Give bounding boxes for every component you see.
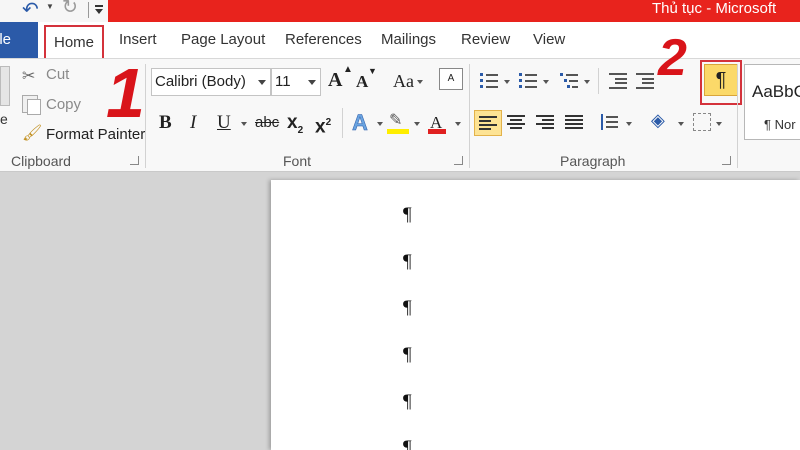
change-case-dropdown-icon[interactable] (417, 80, 423, 84)
group-divider (145, 64, 146, 168)
align-center-button[interactable] (503, 110, 531, 136)
text-effects-button[interactable]: A (352, 110, 368, 136)
align-right-button[interactable] (532, 110, 560, 136)
chevron-down-icon[interactable] (308, 80, 316, 85)
line-spacing-dropdown-icon[interactable] (626, 122, 632, 126)
superscript-button[interactable]: x2 (315, 110, 332, 138)
shrink-arrow-icon: ▼ (368, 66, 377, 76)
tab-page-layout[interactable]: Page Layout (181, 22, 265, 58)
font-name-combo[interactable]: Calibri (Body) (151, 68, 271, 96)
format-divider (342, 108, 343, 138)
numbering-dropdown-icon[interactable] (543, 80, 549, 84)
strikethrough-button[interactable]: abc (255, 110, 279, 136)
group-divider (469, 64, 470, 168)
paste-button-label[interactable]: e (0, 111, 8, 127)
paintbrush-icon: 🖌 (22, 125, 43, 142)
underline-dropdown-icon[interactable] (241, 122, 247, 126)
highlight-color-bar (387, 129, 409, 134)
line-spacing-icon[interactable] (600, 114, 618, 130)
multilevel-list-icon[interactable] (560, 72, 578, 88)
quick-access-toolbar: ↶ ▼ ↻ (0, 0, 108, 22)
numbering-icon[interactable] (519, 72, 537, 88)
subscript-x: x (287, 112, 298, 133)
cut-button[interactable]: Cut (46, 66, 69, 83)
grow-font-button[interactable]: A (328, 69, 342, 92)
font-color-bar (428, 129, 446, 134)
group-divider (737, 64, 738, 168)
undo-dropdown-icon[interactable]: ▼ (46, 2, 54, 11)
justify-button[interactable] (561, 110, 589, 136)
copy-button[interactable]: Copy (46, 96, 81, 113)
paragraph-mark: ¶ (403, 297, 412, 318)
superscript-mark: 2 (325, 117, 332, 128)
italic-button[interactable]: I (190, 110, 196, 136)
document-page[interactable] (271, 180, 800, 450)
paragraph-dialog-launcher-icon[interactable] (722, 156, 731, 165)
font-color-dropdown-icon[interactable] (455, 122, 461, 126)
font-size-combo[interactable]: 11 (271, 68, 321, 96)
chevron-down-icon[interactable] (258, 80, 266, 85)
highlighter-icon[interactable]: ✎ (389, 110, 402, 130)
step-1-annotation: 1 (106, 54, 145, 132)
paragraph-divider (598, 68, 599, 94)
text-effects-dropdown-icon[interactable] (377, 122, 383, 126)
undo-icon[interactable]: ↶ (22, 0, 39, 22)
paste-icon[interactable] (0, 66, 10, 106)
step-2-annotation: 2 (658, 29, 687, 87)
paragraph-group-label: Paragraph (560, 153, 626, 169)
subscript-button[interactable]: x2 (287, 110, 303, 136)
paragraph-mark: ¶ (403, 437, 412, 450)
superscript-x: x (315, 116, 326, 138)
shading-icon[interactable]: ◈ (651, 110, 665, 131)
bold-button[interactable]: B (159, 110, 172, 136)
highlight-dropdown-icon[interactable] (414, 122, 420, 126)
window-title: Thủ tục - Microsoft (652, 0, 777, 17)
font-group-label: Font (283, 153, 312, 169)
redo-icon[interactable]: ↻ (62, 0, 78, 19)
change-case-button[interactable]: Aa (393, 71, 414, 92)
highlight-frame-step-2 (700, 60, 742, 105)
style-sample-text: AaBbC (752, 82, 800, 101)
customize-qat-icon[interactable] (94, 3, 104, 17)
decrease-indent-icon[interactable] (609, 72, 627, 89)
subscript-mark: 2 (297, 124, 304, 136)
font-dialog-launcher-icon[interactable] (454, 156, 463, 165)
tab-file[interactable]: ile (0, 22, 38, 58)
qat-separator (88, 2, 89, 18)
grow-arrow-icon: ▲ (343, 64, 353, 75)
shrink-font-button[interactable]: A (356, 72, 368, 92)
increase-indent-icon[interactable] (636, 72, 654, 89)
paragraph-mark: ¶ (403, 204, 412, 225)
style-name: ¶ Nor (764, 117, 796, 132)
shading-dropdown-icon[interactable] (678, 122, 684, 126)
font-size-value: 11 (275, 73, 291, 90)
scissors-icon: ✂ (22, 68, 36, 85)
tab-references[interactable]: References (285, 22, 362, 58)
align-left-button[interactable] (474, 110, 502, 136)
paragraph-mark: ¶ (403, 391, 412, 412)
clipboard-group-label: Clipboard (11, 153, 71, 169)
font-name-value: Calibri (Body) (155, 73, 246, 90)
copy-icon (22, 95, 41, 115)
paragraph-mark: ¶ (403, 344, 412, 365)
tab-insert[interactable]: Insert (119, 22, 157, 58)
multilevel-dropdown-icon[interactable] (584, 80, 590, 84)
clear-formatting-icon[interactable]: A (439, 68, 463, 90)
borders-icon[interactable] (693, 113, 711, 131)
underline-button[interactable]: U (217, 110, 231, 136)
tab-mailings[interactable]: Mailings (381, 22, 436, 58)
bullets-icon[interactable] (480, 72, 498, 88)
tab-view[interactable]: View (533, 22, 565, 58)
clipboard-dialog-launcher-icon[interactable] (130, 156, 139, 165)
bullets-dropdown-icon[interactable] (504, 80, 510, 84)
tab-review[interactable]: Review (461, 22, 510, 58)
borders-dropdown-icon[interactable] (716, 122, 722, 126)
paragraph-mark: ¶ (403, 251, 412, 272)
